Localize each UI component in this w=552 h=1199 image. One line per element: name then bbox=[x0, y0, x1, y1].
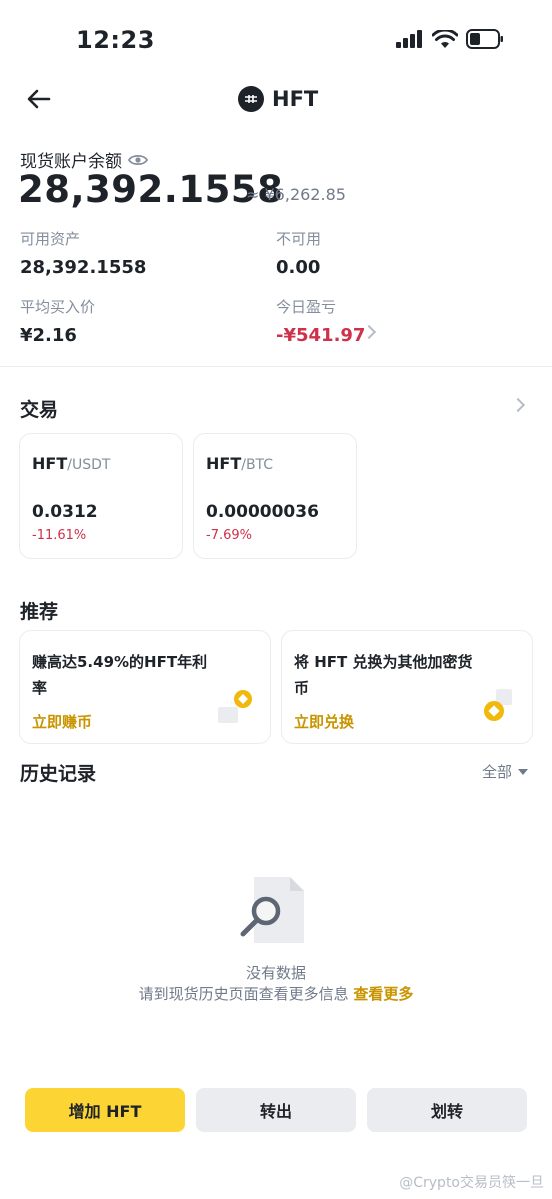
trade-chevron-right-icon[interactable] bbox=[510, 397, 526, 413]
pair-base: HFT bbox=[206, 454, 242, 473]
avg-buy-price: 平均买入价 ¥2.16 bbox=[20, 296, 95, 346]
status-bar: 12:23 bbox=[0, 0, 552, 80]
back-button[interactable] bbox=[24, 84, 54, 114]
avg-price-label: 平均买入价 bbox=[20, 298, 96, 316]
watermark: @Crypto交易员筷一旦 bbox=[399, 1175, 544, 1191]
pair-quote: /BTC bbox=[241, 457, 274, 473]
pair-change: -11.61% bbox=[32, 528, 87, 543]
pair-price: 0.0312 bbox=[32, 502, 98, 522]
eye-icon[interactable] bbox=[128, 153, 148, 167]
empty-title: 没有数据 bbox=[245, 964, 306, 982]
deposit-button[interactable]: 增加 HFT bbox=[25, 1088, 185, 1132]
unavailable-label: 不可用 bbox=[276, 230, 322, 248]
trade-section-title: 交易 bbox=[20, 399, 59, 421]
coin-symbol: HFT bbox=[272, 87, 319, 111]
unavailable-assets: 不可用 0.00 bbox=[276, 228, 321, 278]
hft-logo-icon bbox=[238, 86, 264, 112]
balance-amount: 28,392.1558 bbox=[18, 168, 284, 211]
nav-bar: HFT bbox=[0, 80, 552, 120]
caret-down-icon bbox=[518, 768, 528, 775]
empty-description: 请到现货历史页面查看更多信息 查看更多 bbox=[0, 983, 552, 1004]
empty-search-icon bbox=[240, 877, 304, 943]
battery-icon bbox=[466, 29, 503, 49]
empty-description-text: 请到现货历史页面查看更多信息 bbox=[138, 985, 349, 1003]
page-title: HFT bbox=[238, 86, 318, 112]
today-pnl[interactable]: 今日盈亏 -¥541.97 bbox=[276, 296, 365, 346]
withdraw-button[interactable]: 转出 bbox=[196, 1088, 356, 1132]
history-section-title: 历史记录 bbox=[20, 763, 97, 785]
pair-name: HFT/BTC bbox=[206, 454, 273, 473]
available-label: 可用资产 bbox=[20, 230, 81, 248]
transfer-button[interactable]: 划转 bbox=[367, 1088, 527, 1132]
earn-coin-icon bbox=[218, 690, 252, 723]
wifi-icon bbox=[432, 29, 458, 48]
pair-name: HFT/USDT bbox=[32, 454, 110, 473]
section-divider bbox=[0, 366, 552, 367]
recommend-card-earn[interactable]: 赚高达5.49%的HFT年利率 立即赚币 bbox=[19, 630, 271, 744]
status-icons bbox=[396, 29, 504, 49]
pair-base: HFT bbox=[32, 454, 68, 473]
convert-now-link[interactable]: 立即兑换 bbox=[294, 711, 354, 732]
today-pnl-value: -¥541.97 bbox=[276, 325, 366, 346]
today-pnl-label: 今日盈亏 bbox=[276, 298, 337, 316]
trade-pair-card-hft-usdt[interactable]: HFT/USDT 0.0312 -11.61% bbox=[19, 433, 183, 559]
history-filter-label: 全部 bbox=[481, 763, 512, 781]
balance-fiat: ≈ ¥6,262.85 bbox=[246, 185, 346, 204]
trade-pair-card-hft-btc[interactable]: HFT/BTC 0.00000036 -7.69% bbox=[193, 433, 357, 559]
recommend-card-convert[interactable]: 将 HFT 兑换为其他加密货币 立即兑换 bbox=[281, 630, 533, 744]
recommend-section-title: 推荐 bbox=[20, 601, 59, 623]
available-assets: 可用资产 28,392.1558 bbox=[20, 228, 146, 278]
avg-price-value: ¥2.16 bbox=[20, 325, 77, 346]
unavailable-value: 0.00 bbox=[276, 257, 321, 278]
recommend-text: 将 HFT 兑换为其他加密货币 bbox=[294, 653, 473, 697]
pair-change: -7.69% bbox=[206, 528, 252, 543]
history-filter-dropdown[interactable]: 全部 bbox=[482, 761, 528, 782]
back-arrow-icon bbox=[27, 89, 51, 109]
view-more-link[interactable]: 查看更多 bbox=[353, 985, 413, 1003]
convert-coin-icon bbox=[484, 689, 512, 721]
available-value: 28,392.1558 bbox=[20, 257, 147, 278]
earn-now-link[interactable]: 立即赚币 bbox=[32, 711, 92, 732]
pair-price: 0.00000036 bbox=[206, 502, 319, 522]
status-time: 12:23 bbox=[76, 26, 155, 54]
recommend-text: 赚高达5.49%的HFT年利率 bbox=[32, 653, 208, 697]
cellular-signal-icon bbox=[396, 30, 422, 48]
pair-quote: /USDT bbox=[67, 457, 111, 473]
